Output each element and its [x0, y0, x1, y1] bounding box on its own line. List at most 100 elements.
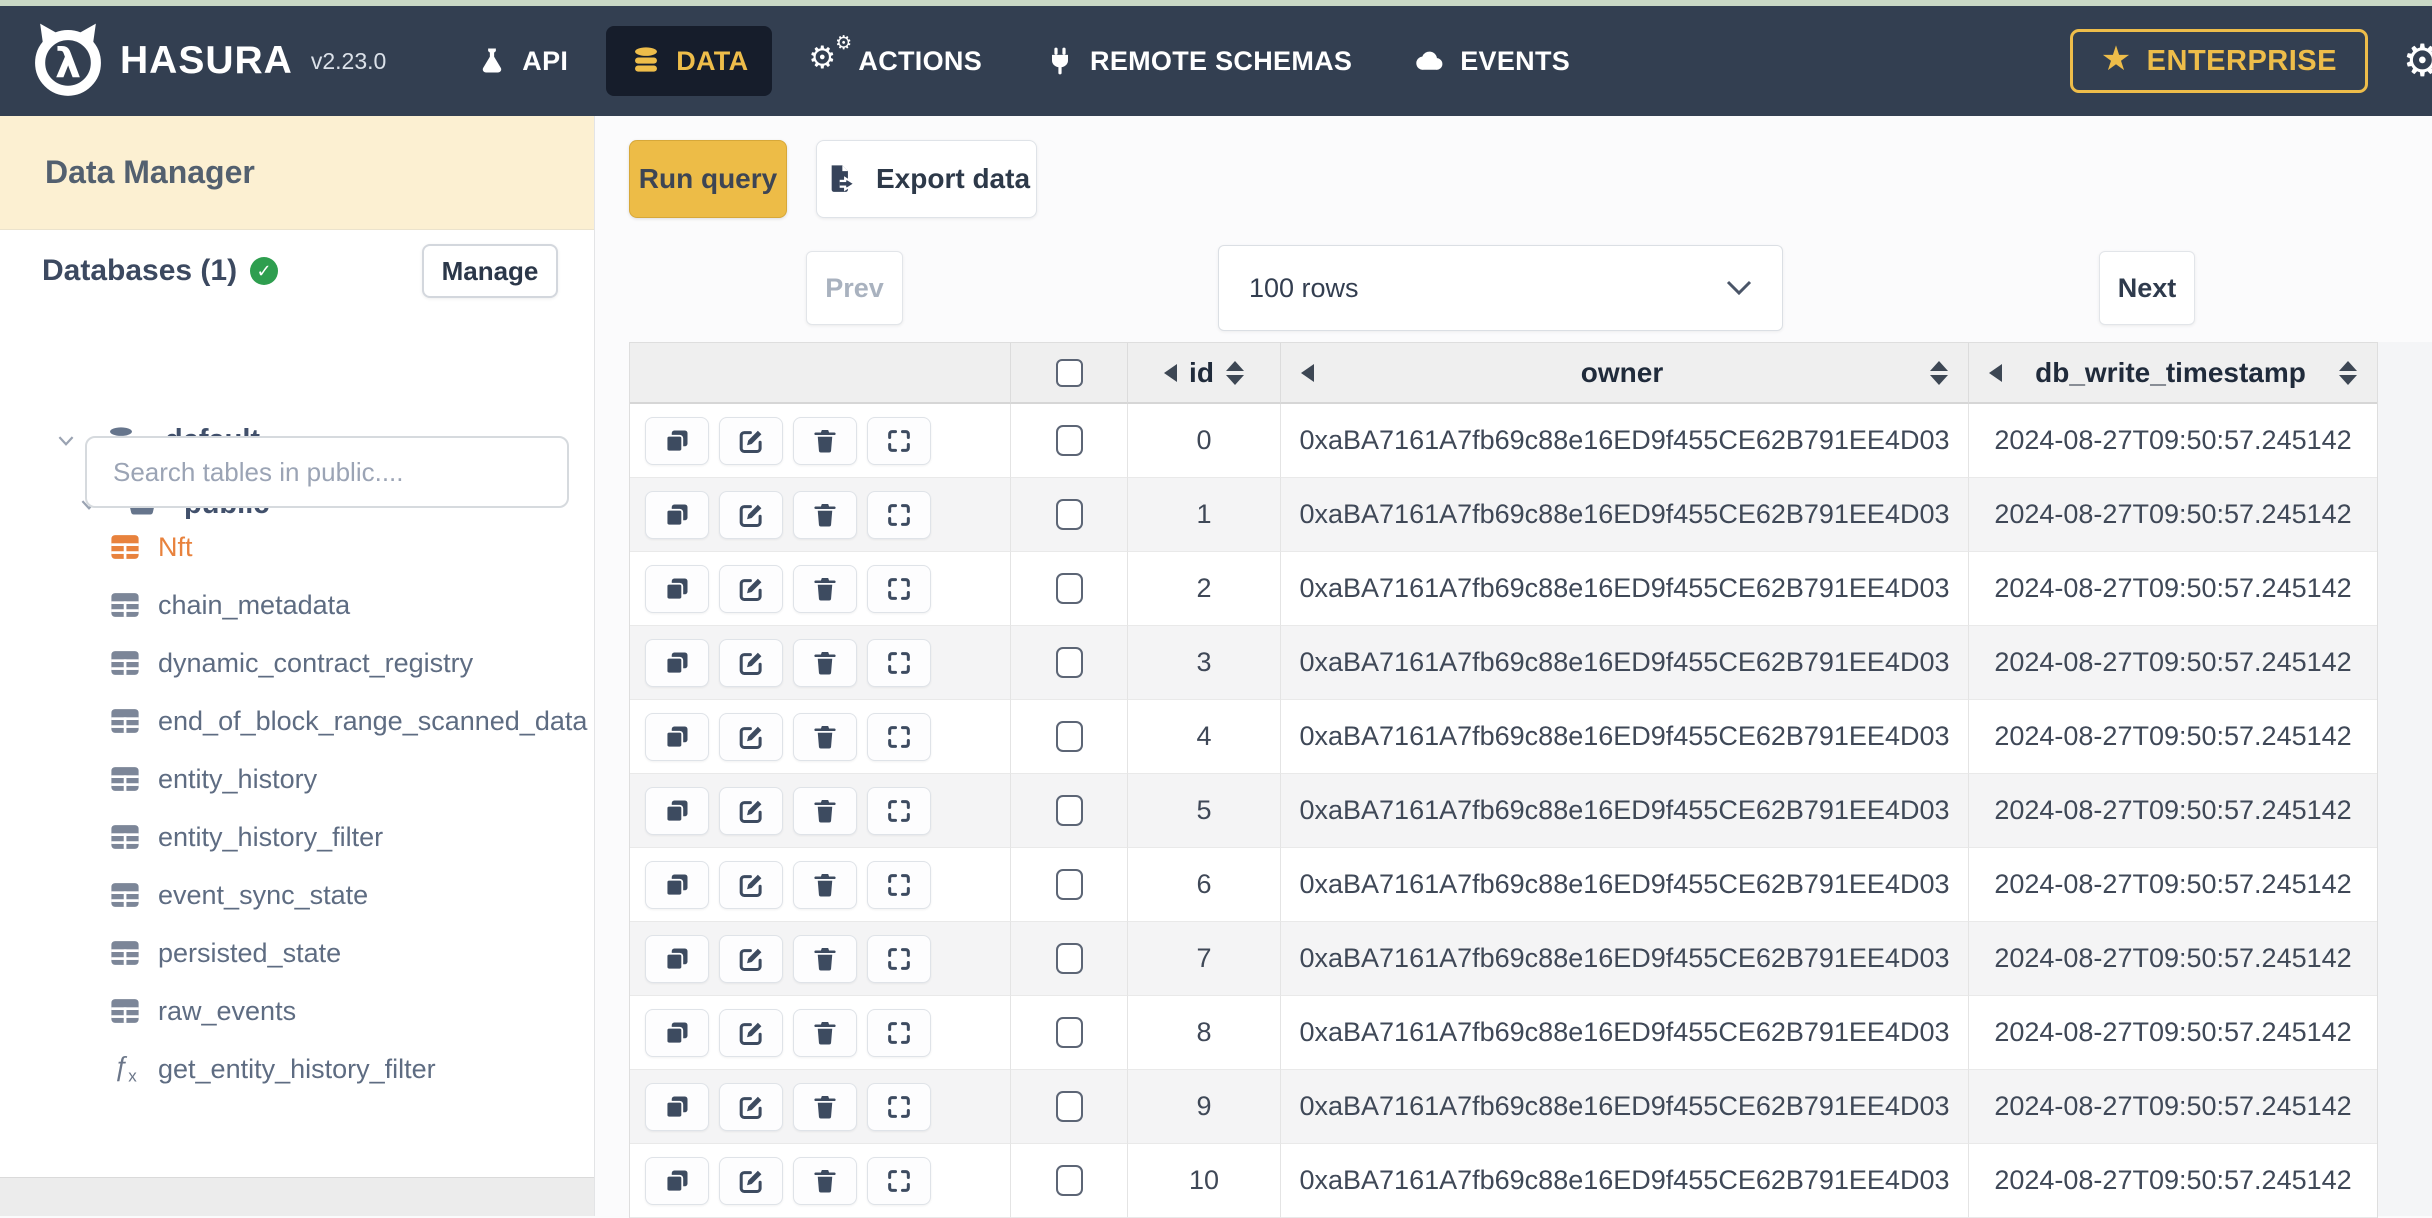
expand-row-button[interactable]	[867, 860, 931, 909]
expand-row-button[interactable]	[867, 638, 931, 687]
prev-page-button[interactable]: Prev	[806, 251, 903, 325]
row-checkbox[interactable]	[1055, 869, 1083, 900]
clone-row-button[interactable]	[645, 490, 709, 539]
trash-icon	[814, 1169, 836, 1193]
sidebar-table-item[interactable]: ƒx entity_history_filter	[0, 808, 594, 866]
edit-row-button[interactable]	[719, 786, 783, 835]
expand-row-button[interactable]	[867, 490, 931, 539]
expand-row-button[interactable]	[867, 416, 931, 465]
header-cell-id[interactable]: id	[1128, 343, 1281, 404]
delete-row-button[interactable]	[793, 1082, 857, 1131]
nav-item-events[interactable]: EVENTS	[1390, 26, 1594, 96]
enterprise-button[interactable]: ★ ENTERPRISE	[2069, 29, 2368, 93]
clone-row-button[interactable]	[645, 786, 709, 835]
expand-row-button[interactable]	[867, 1008, 931, 1057]
row-actions-cell	[630, 922, 1011, 996]
clone-row-button[interactable]	[645, 712, 709, 761]
export-data-button[interactable]: Export data	[816, 140, 1037, 218]
delete-row-button[interactable]	[793, 1008, 857, 1057]
clone-row-button[interactable]	[645, 934, 709, 983]
nav-item-api[interactable]: API	[452, 26, 592, 96]
row-checkbox[interactable]	[1055, 1017, 1083, 1048]
edit-row-button[interactable]	[719, 934, 783, 983]
edit-row-button[interactable]	[719, 712, 783, 761]
clone-row-button[interactable]	[645, 1082, 709, 1131]
sidebar-table-label: entity_history	[158, 763, 318, 794]
clone-row-button[interactable]	[645, 1008, 709, 1057]
edit-row-button[interactable]	[719, 638, 783, 687]
sidebar-table-item[interactable]: ƒx entity_history	[0, 750, 594, 808]
edit-row-button[interactable]	[719, 1156, 783, 1205]
header-cell-db-write-timestamp[interactable]: db_write_timestamp	[1969, 343, 2377, 404]
delete-row-button[interactable]	[793, 564, 857, 613]
sort-icon[interactable]	[1930, 360, 1948, 385]
manage-button[interactable]: Manage	[422, 244, 558, 298]
clone-row-button[interactable]	[645, 638, 709, 687]
sidebar-table-item[interactable]: ƒx persisted_state	[0, 924, 594, 982]
sidebar-table-item[interactable]: ƒx raw_events	[0, 982, 594, 1040]
row-checkbox[interactable]	[1055, 1091, 1083, 1122]
edit-row-button[interactable]	[719, 860, 783, 909]
nav-item-label: ACTIONS	[858, 45, 983, 76]
collapse-column-icon[interactable]	[1989, 363, 2002, 382]
edit-row-button[interactable]	[719, 564, 783, 613]
delete-row-button[interactable]	[793, 638, 857, 687]
row-checkbox[interactable]	[1055, 943, 1083, 974]
select-all-checkbox[interactable]	[1055, 358, 1083, 387]
edit-row-button[interactable]	[719, 416, 783, 465]
sidebar-table-item[interactable]: ƒx event_sync_state	[0, 866, 594, 924]
collapse-column-icon[interactable]	[1301, 363, 1314, 382]
sidebar-table-item[interactable]: ƒx Nft	[0, 518, 594, 576]
settings-gear-icon[interactable]: ⚙	[2403, 36, 2432, 87]
expand-row-button[interactable]	[867, 1156, 931, 1205]
row-checkbox[interactable]	[1055, 721, 1083, 752]
expand-row-button[interactable]	[867, 1082, 931, 1131]
clone-row-button[interactable]	[645, 1156, 709, 1205]
clone-row-button[interactable]	[645, 860, 709, 909]
next-page-button[interactable]: Next	[2099, 251, 2195, 325]
delete-row-button[interactable]	[793, 786, 857, 835]
sidebar-table-item[interactable]: ƒx dynamic_contract_registry	[0, 634, 594, 692]
cell-owner: 0xaBA7161A7fb69c88e16ED9f455CE62B791EE4D…	[1281, 922, 1969, 996]
page-size-select[interactable]: 100 rows	[1218, 245, 1783, 331]
sidebar-table-item[interactable]: ƒx chain_metadata	[0, 576, 594, 634]
hasura-logo-icon[interactable]: λ	[30, 19, 106, 103]
row-checkbox[interactable]	[1055, 499, 1083, 530]
sidebar-table-label: dynamic_contract_registry	[158, 647, 474, 678]
row-checkbox[interactable]	[1055, 1165, 1083, 1196]
header-cell-owner[interactable]: owner	[1281, 343, 1969, 404]
sidebar-table-item[interactable]: ƒx end_of_block_range_scanned_data	[0, 692, 594, 750]
expand-icon	[888, 799, 910, 822]
sort-icon[interactable]	[2339, 360, 2357, 385]
delete-row-button[interactable]	[793, 490, 857, 539]
delete-row-button[interactable]	[793, 934, 857, 983]
edit-row-button[interactable]	[719, 1082, 783, 1131]
edit-row-button[interactable]	[719, 490, 783, 539]
expand-row-button[interactable]	[867, 934, 931, 983]
expand-row-button[interactable]	[867, 786, 931, 835]
expand-row-button[interactable]	[867, 712, 931, 761]
row-checkbox[interactable]	[1055, 647, 1083, 678]
clone-row-button[interactable]	[645, 564, 709, 613]
cell-id: 7	[1128, 922, 1281, 996]
row-checkbox[interactable]	[1055, 573, 1083, 604]
delete-row-button[interactable]	[793, 712, 857, 761]
clone-row-button[interactable]	[645, 416, 709, 465]
delete-row-button[interactable]	[793, 860, 857, 909]
sidebar-table-item[interactable]: ƒx get_entity_history_filter	[0, 1040, 594, 1098]
nav-item-actions[interactable]: ⚙ ⚙ ACTIONS	[786, 26, 1006, 96]
sort-icon[interactable]	[1225, 360, 1244, 385]
row-select-cell	[1011, 626, 1128, 700]
row-checkbox[interactable]	[1055, 795, 1083, 826]
search-tables-input[interactable]	[85, 436, 569, 508]
row-checkbox[interactable]	[1055, 425, 1083, 456]
delete-row-button[interactable]	[793, 1156, 857, 1205]
edit-row-button[interactable]	[719, 1008, 783, 1057]
nav-item-data[interactable]: DATA	[606, 26, 773, 96]
nav-item-remote-schemas[interactable]: REMOTE SCHEMAS	[1020, 26, 1376, 96]
run-query-button[interactable]: Run query	[629, 140, 787, 218]
collapse-column-icon[interactable]	[1164, 363, 1178, 382]
trash-icon	[814, 947, 836, 971]
expand-row-button[interactable]	[867, 564, 931, 613]
delete-row-button[interactable]	[793, 416, 857, 465]
